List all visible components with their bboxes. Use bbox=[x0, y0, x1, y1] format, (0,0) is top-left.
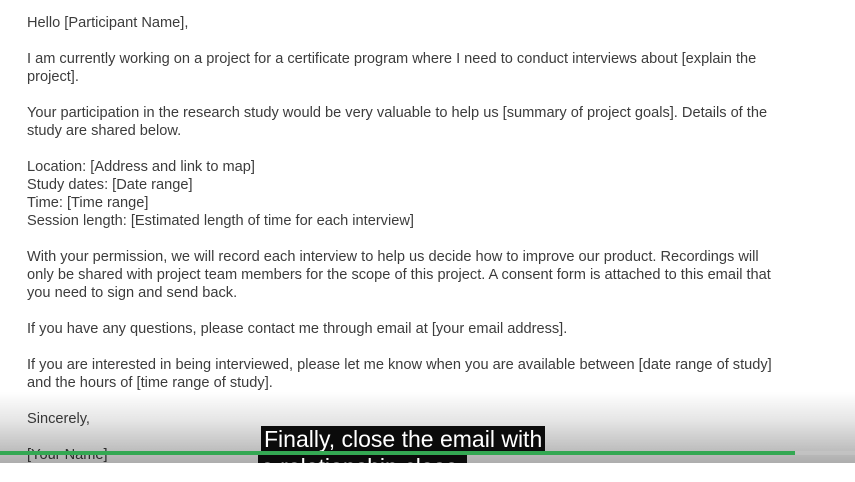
interest-paragraph: If you are interested in being interview… bbox=[27, 356, 827, 392]
time-line: Time: [Time range] bbox=[27, 195, 149, 211]
progress-fill bbox=[0, 451, 796, 455]
permission-line: only be shared with project team members… bbox=[27, 267, 771, 283]
participation-paragraph: Your participation in the research study… bbox=[27, 104, 827, 140]
video-progress-bar[interactable] bbox=[0, 451, 855, 455]
caption-line: Finally, close the email with bbox=[261, 426, 546, 453]
permission-line: you need to sign and send back. bbox=[27, 285, 238, 301]
interest-line: If you are interested in being interview… bbox=[27, 357, 772, 373]
subtitle-caption: Finally, close the email with a relation… bbox=[0, 425, 855, 463]
greeting-text: Hello [Participant Name], bbox=[27, 15, 189, 31]
intro-line: I am currently working on a project for … bbox=[27, 51, 757, 67]
intro-paragraph: I am currently working on a project for … bbox=[27, 50, 827, 86]
questions-line: If you have any questions, please contac… bbox=[27, 321, 568, 337]
permission-line: With your permission, we will record eac… bbox=[27, 249, 759, 265]
greeting: Hello [Participant Name], bbox=[27, 14, 827, 32]
study-details: Location: [Address and link to map] Stud… bbox=[27, 158, 827, 230]
caption-line: a relationship close. bbox=[258, 454, 468, 463]
interest-line: and the hours of [time range of study]. bbox=[27, 375, 273, 391]
location-line: Location: [Address and link to map] bbox=[27, 159, 255, 175]
permission-paragraph: With your permission, we will record eac… bbox=[27, 248, 827, 302]
intro-line: project]. bbox=[27, 69, 79, 85]
participation-line: study are shared below. bbox=[27, 123, 182, 139]
email-body: Hello [Participant Name], I am currently… bbox=[27, 14, 827, 482]
session-length-line: Session length: [Estimated length of tim… bbox=[27, 213, 414, 229]
participation-line: Your participation in the research study… bbox=[27, 105, 768, 121]
questions-paragraph: If you have any questions, please contac… bbox=[27, 320, 827, 338]
study-dates-line: Study dates: [Date range] bbox=[27, 177, 193, 193]
